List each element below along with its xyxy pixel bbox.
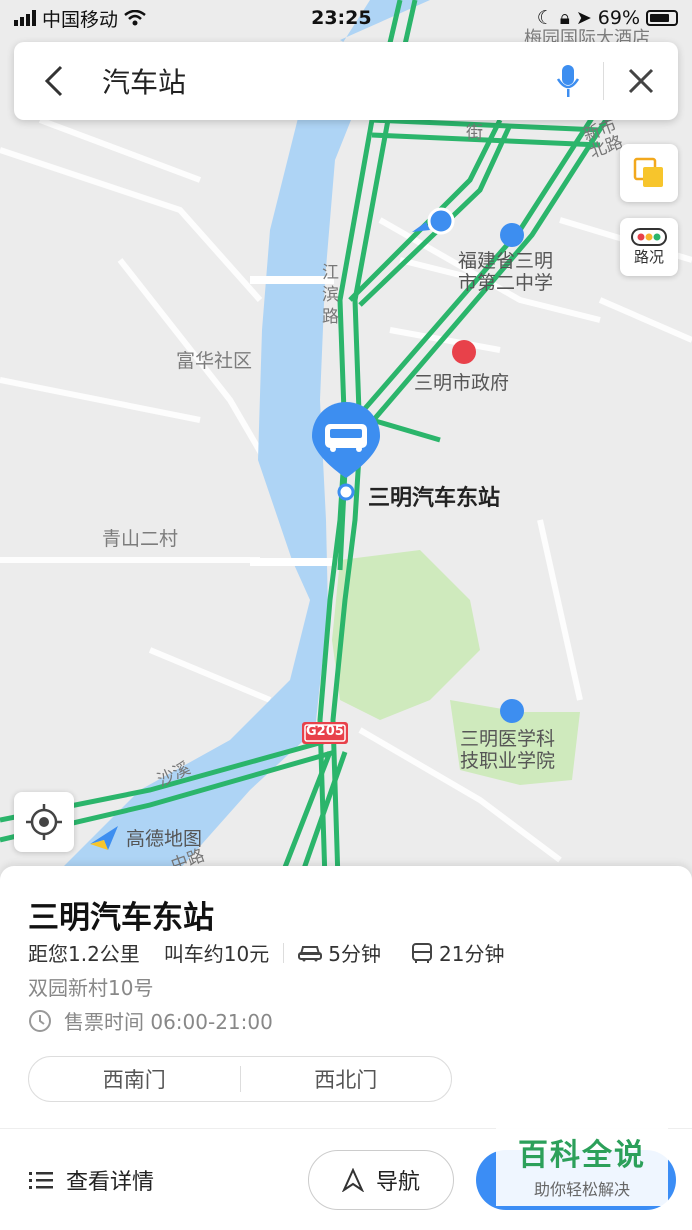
traffic-button[interactable]: 路况	[620, 218, 678, 276]
layers-icon	[633, 157, 663, 187]
gate-southwest[interactable]: 西南门	[29, 1064, 240, 1094]
qingshan-village-label: 青山二村	[102, 528, 179, 550]
jie-road-label: 街	[466, 123, 483, 143]
meta-divider	[283, 942, 285, 963]
amap-logo-text: 高德地图	[126, 827, 203, 850]
amap-logo: 高德地图	[88, 822, 202, 852]
search-divider	[603, 62, 604, 100]
chevron-left-icon	[44, 65, 63, 97]
view-details-label: 查看详情	[66, 1170, 155, 1195]
location-arrow-icon: ➤	[575, 7, 592, 29]
drive-time-chip[interactable]: 5分钟	[298, 938, 381, 967]
view-details-button[interactable]: 查看详情	[28, 1164, 154, 1196]
bus-time: 21分钟	[439, 942, 505, 966]
gate-selector: 西南门 西北门	[28, 1056, 452, 1102]
wifi-icon	[124, 10, 146, 26]
clear-button[interactable]	[624, 64, 658, 98]
bus-time-chip[interactable]: 21分钟	[411, 938, 504, 967]
navigation-arrow-icon	[341, 1168, 364, 1192]
clock-icon	[29, 1009, 51, 1032]
search-bar: 汽车站	[14, 42, 678, 120]
list-icon	[29, 1172, 53, 1189]
poi-hours-row: 售票时间 06:00-21:00	[28, 1006, 273, 1035]
battery-icon	[646, 10, 678, 26]
watermark: 百科全说 助你轻松解决	[496, 1124, 668, 1206]
bus-icon	[412, 942, 432, 963]
college-label[interactable]: 三明医学科技职业学院	[460, 728, 570, 772]
crosshair-icon	[26, 804, 62, 840]
highway-label: G205	[306, 724, 344, 739]
map-view[interactable]: 梅园国际大酒店 福建省三明市第二中学 三明市政府 富华社区 青山二村 三明汽车东…	[0, 0, 692, 880]
carrier-name: 中国移动	[42, 8, 119, 31]
taxi-fare-text[interactable]: 叫车约10元	[164, 938, 269, 967]
status-bar: 中国移动 23:25 ☾ 🔒︎ ➤ 69%	[0, 0, 692, 36]
drive-time: 5分钟	[328, 942, 381, 966]
locate-me-button[interactable]	[14, 792, 74, 852]
jiangbin-road-label: 江滨路	[322, 263, 339, 327]
microphone-icon	[556, 65, 580, 97]
back-button[interactable]	[34, 61, 74, 101]
navigate-label: 导航	[375, 1170, 420, 1195]
distance-text: 距您1.2公里	[28, 942, 140, 966]
fuhua-community-label: 富华社区	[176, 350, 253, 372]
watermark-subtitle: 助你轻松解决	[533, 1180, 630, 1199]
search-input[interactable]: 汽车站	[102, 61, 551, 101]
battery-percent: 69%	[597, 7, 640, 29]
voice-search-button[interactable]	[551, 61, 585, 101]
poi-hours: 售票时间 06:00-21:00	[64, 1010, 273, 1034]
school-label[interactable]: 福建省三明市第二中学	[458, 250, 568, 294]
navigate-button[interactable]: 导航	[308, 1150, 454, 1210]
station-map-label[interactable]: 三明汽车东站	[368, 480, 500, 512]
amap-logo-icon	[90, 826, 118, 850]
signal-icon	[14, 10, 36, 26]
watermark-title: 百科全说	[518, 1138, 646, 1173]
government-label[interactable]: 三明市政府	[414, 368, 509, 395]
moon-icon: ☾	[536, 7, 554, 29]
poi-meta-row: 距您1.2公里 叫车约10元 5分钟 21分钟	[28, 938, 534, 967]
car-icon	[298, 945, 323, 961]
poi-title: 三明汽车东站	[28, 900, 214, 936]
lock-rotation-icon: 🔒︎	[559, 7, 570, 29]
layers-button[interactable]	[620, 144, 678, 202]
clock: 23:25	[311, 7, 372, 29]
poi-address: 双园新村10号	[28, 976, 154, 1000]
traffic-label: 路况	[633, 247, 664, 266]
close-icon	[628, 68, 654, 94]
gate-northwest[interactable]: 西北门	[241, 1064, 452, 1094]
traffic-light-icon	[631, 227, 667, 246]
